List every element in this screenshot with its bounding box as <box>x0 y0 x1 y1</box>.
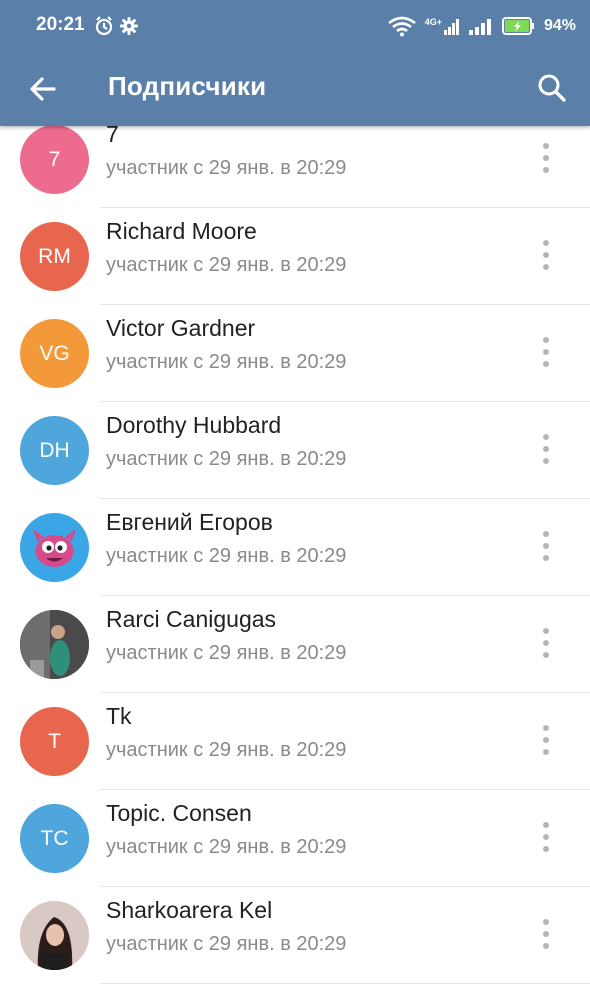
member-name: Topic. Consen <box>106 800 252 826</box>
avatar: DH <box>20 416 89 485</box>
avatar: TC <box>20 804 89 873</box>
member-name: Tk <box>106 703 132 729</box>
more-vertical-icon[interactable] <box>536 816 556 860</box>
member-subtitle: участник с 29 янв. в 20:29 <box>106 933 347 955</box>
member-subtitle: участник с 29 янв. в 20:29 <box>106 739 347 761</box>
avatar-sticker <box>20 513 89 582</box>
list-item[interactable]: Rarci Canigugas участник с 29 янв. в 20:… <box>0 596 590 693</box>
search-icon[interactable] <box>532 68 572 108</box>
avatar: VG <box>20 319 89 388</box>
avatar-initials: VG <box>39 341 70 365</box>
list-item[interactable]: TC Topic. Consen участник с 29 янв. в 20… <box>0 790 590 887</box>
network-type-label: 4G+ <box>424 17 442 27</box>
list-item[interactable]: 7 7 участник с 29 янв. в 20:29 <box>0 126 590 208</box>
member-name: Victor Gardner <box>106 315 256 341</box>
app-bar: Подписчики <box>0 52 590 126</box>
status-left-icons <box>95 16 138 36</box>
page-title: Подписчики <box>108 71 267 101</box>
list-item[interactable]: T Tk участник с 29 янв. в 20:29 <box>0 693 590 790</box>
avatar-initials: TC <box>40 826 69 850</box>
avatar-photo <box>20 901 89 970</box>
signal-icon <box>468 19 491 35</box>
divider <box>100 983 590 984</box>
avatar-photo <box>20 610 89 679</box>
battery-percent: 94% <box>543 17 576 34</box>
member-subtitle: участник с 29 янв. в 20:29 <box>106 545 347 567</box>
battery-icon <box>501 17 534 35</box>
member-subtitle: участник с 29 янв. в 20:29 <box>106 642 347 664</box>
more-vertical-icon[interactable] <box>536 137 556 181</box>
list-item[interactable]: Sharkoarera Kel участник с 29 янв. в 20:… <box>0 887 590 984</box>
profile-photo-icon <box>20 610 89 679</box>
cellular-icon: 4G+ <box>425 17 460 35</box>
member-subtitle: участник с 29 янв. в 20:29 <box>106 254 347 276</box>
status-time: 20:21 <box>36 14 85 35</box>
avatar: T <box>20 707 89 776</box>
list-item[interactable]: RM Richard Moore участник с 29 янв. в 20… <box>0 208 590 305</box>
monster-sticker-icon <box>33 529 76 567</box>
more-vertical-icon[interactable] <box>536 719 556 763</box>
more-vertical-icon[interactable] <box>536 428 556 472</box>
avatar-initials: T <box>48 729 61 753</box>
more-vertical-icon[interactable] <box>536 234 556 278</box>
member-subtitle: участник с 29 янв. в 20:29 <box>106 351 347 373</box>
back-arrow-icon[interactable] <box>24 70 62 108</box>
gear-icon <box>120 17 138 35</box>
avatar-initials: DH <box>39 438 70 462</box>
avatar-initials: RM <box>38 244 71 268</box>
more-vertical-icon[interactable] <box>536 525 556 569</box>
member-name: Dorothy Hubbard <box>106 412 282 438</box>
more-vertical-icon[interactable] <box>536 622 556 666</box>
member-subtitle: участник с 29 янв. в 20:29 <box>106 836 347 858</box>
member-name: Sharkoarera Kel <box>106 897 273 923</box>
list-item[interactable]: VG Victor Gardner участник с 29 янв. в 2… <box>0 305 590 402</box>
status-right-icons: 4G+ 94% <box>387 14 576 38</box>
member-subtitle: участник с 29 янв. в 20:29 <box>106 157 347 179</box>
member-name: Rarci Canigugas <box>106 606 277 632</box>
member-subtitle: участник с 29 янв. в 20:29 <box>106 448 347 470</box>
avatar: RM <box>20 222 89 291</box>
profile-photo-icon <box>20 901 89 970</box>
member-name: Richard Moore <box>106 218 257 244</box>
wifi-icon <box>387 16 416 37</box>
list-item[interactable]: DH Dorothy Hubbard участник с 29 янв. в … <box>0 402 590 499</box>
avatar-initials: 7 <box>48 147 61 171</box>
avatar: 7 <box>20 126 89 194</box>
member-name: Евгений Егоров <box>106 509 273 535</box>
more-vertical-icon[interactable] <box>536 913 556 957</box>
list-item[interactable]: Евгений Егоров участник с 29 янв. в 20:2… <box>0 499 590 596</box>
subscribers-list: 7 7 участник с 29 янв. в 20:29 RM Richar… <box>0 126 590 990</box>
more-vertical-icon[interactable] <box>536 331 556 375</box>
member-name: 7 <box>106 126 119 147</box>
status-bar: 20:21 4G+ 94% <box>0 0 590 52</box>
alarm-icon <box>95 16 113 36</box>
